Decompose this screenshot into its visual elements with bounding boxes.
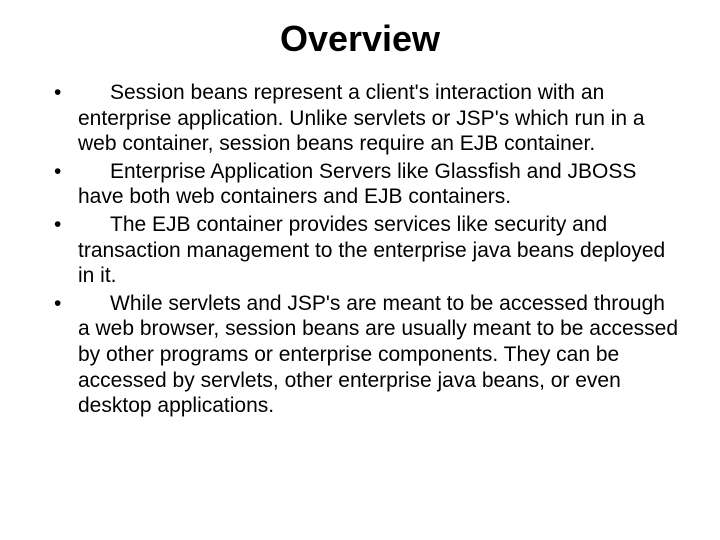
bullet-list: Session beans represent a client's inter… [30, 80, 690, 419]
bullet-text: While servlets and JSP's are meant to be… [78, 292, 678, 417]
bullet-text: Session beans represent a client's inter… [78, 81, 645, 155]
bullet-text: The EJB container provides services like… [78, 213, 665, 287]
slide: Overview Session beans represent a clien… [0, 0, 720, 540]
list-item: Session beans represent a client's inter… [54, 80, 680, 157]
bullet-text: Enterprise Application Servers like Glas… [78, 160, 636, 209]
page-title: Overview [30, 18, 690, 60]
list-item: The EJB container provides services like… [54, 212, 680, 289]
list-item: Enterprise Application Servers like Glas… [54, 159, 680, 210]
list-item: While servlets and JSP's are meant to be… [54, 291, 680, 419]
